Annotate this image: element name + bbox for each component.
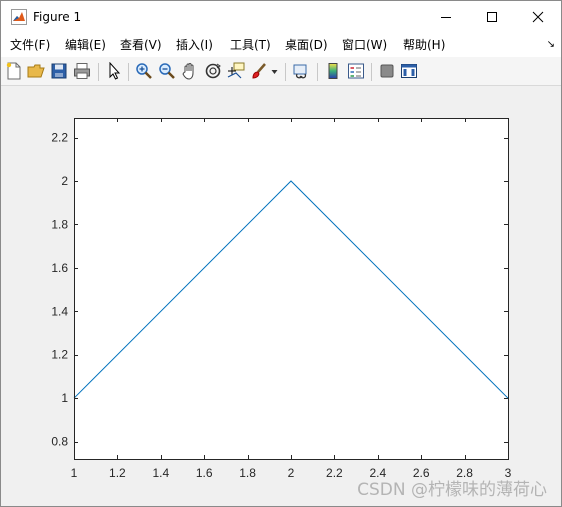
maximize-icon <box>487 12 497 22</box>
print-icon[interactable] <box>73 62 91 80</box>
y-tick-label: 1.4 <box>51 304 68 318</box>
new-figure-icon[interactable] <box>5 62 23 80</box>
minimize-button[interactable] <box>423 1 469 33</box>
data-cursor-icon[interactable] <box>227 62 245 80</box>
figure-toolbar <box>1 57 561 86</box>
menu-overflow-icon[interactable]: ↘ <box>547 39 555 50</box>
pan-hand-icon[interactable] <box>181 62 199 80</box>
menu-insert[interactable]: 插入(I) <box>176 37 213 53</box>
toolbar-separator <box>98 63 99 81</box>
menu-window[interactable]: 窗口(W) <box>342 37 387 53</box>
zoom-out-icon[interactable] <box>158 62 176 80</box>
maximize-button[interactable] <box>469 1 515 33</box>
show-plot-tools-icon[interactable] <box>400 62 418 80</box>
menu-edit[interactable]: 编辑(E) <box>65 37 106 53</box>
matlab-logo-icon <box>11 9 27 25</box>
x-tick-label: 1.8 <box>239 466 256 480</box>
y-tick-label: 1 <box>61 391 68 405</box>
hide-plot-tools-icon[interactable] <box>378 62 396 80</box>
y-tick-label: 1.6 <box>51 261 68 275</box>
plot-area: 1 1.2 1.4 1.6 1.8 2 2.2 2.4 2.6 2.8 3 0.8 1 1.2 1.4 1.6… <box>1 87 561 506</box>
y-tick-label: 2.2 <box>51 131 68 145</box>
minimize-icon <box>441 17 451 18</box>
x-tick-label: 2 <box>288 466 295 480</box>
toolbar-separator <box>128 63 129 81</box>
y-tick-label: 1.2 <box>51 348 68 362</box>
colorbar-icon[interactable] <box>324 62 342 80</box>
brush-dropdown-icon[interactable] <box>271 69 278 75</box>
window-title: Figure 1 <box>33 10 82 24</box>
close-icon <box>532 11 544 23</box>
watermark-text: CSDN @柠檬味的薄荷心 <box>357 480 547 500</box>
line-chart[interactable]: 1 1.2 1.4 1.6 1.8 2 2.2 2.4 2.6 2.8 30.811.21.41.6… <box>1 87 561 506</box>
save-icon[interactable] <box>50 62 68 80</box>
toolbar-separator <box>285 63 286 81</box>
x-tick-label: 1.6 <box>196 466 213 480</box>
legend-icon[interactable] <box>347 62 365 80</box>
menu-tools[interactable]: 工具(T) <box>230 37 271 53</box>
title-bar[interactable]: Figure 1 <box>1 1 561 33</box>
axes-background <box>74 118 508 459</box>
zoom-in-icon[interactable] <box>135 62 153 80</box>
brush-icon[interactable] <box>250 62 268 80</box>
x-tick-label: 2.2 <box>326 466 343 480</box>
x-tick-label: 1 <box>71 466 78 480</box>
toolbar-separator <box>317 63 318 81</box>
open-file-icon[interactable] <box>27 62 45 80</box>
menu-help[interactable]: 帮助(H) <box>403 37 445 53</box>
y-tick-label: 0.8 <box>51 435 68 449</box>
x-tick-label: 1.4 <box>152 466 169 480</box>
menu-view[interactable]: 查看(V) <box>120 37 162 53</box>
menu-bar: 文件(F) 编辑(E) 查看(V) 插入(I) 工具(T) 桌面(D) 窗口(W… <box>1 33 561 57</box>
menu-desktop[interactable]: 桌面(D) <box>285 37 328 53</box>
pointer-icon[interactable] <box>105 62 123 80</box>
menu-file[interactable]: 文件(F) <box>10 37 50 53</box>
link-plot-icon[interactable] <box>292 62 310 80</box>
y-tick-label: 1.8 <box>51 217 68 231</box>
y-tick-label: 2 <box>61 174 68 188</box>
figure-window: Figure 1 文件(F) 编辑(E) 查看(V) 插入(I) 工具(T) 桌… <box>0 0 562 507</box>
rotate-3d-icon[interactable] <box>204 62 222 80</box>
close-button[interactable] <box>515 1 561 33</box>
x-tick-label: 1.2 <box>109 466 126 480</box>
toolbar-separator <box>371 63 372 81</box>
